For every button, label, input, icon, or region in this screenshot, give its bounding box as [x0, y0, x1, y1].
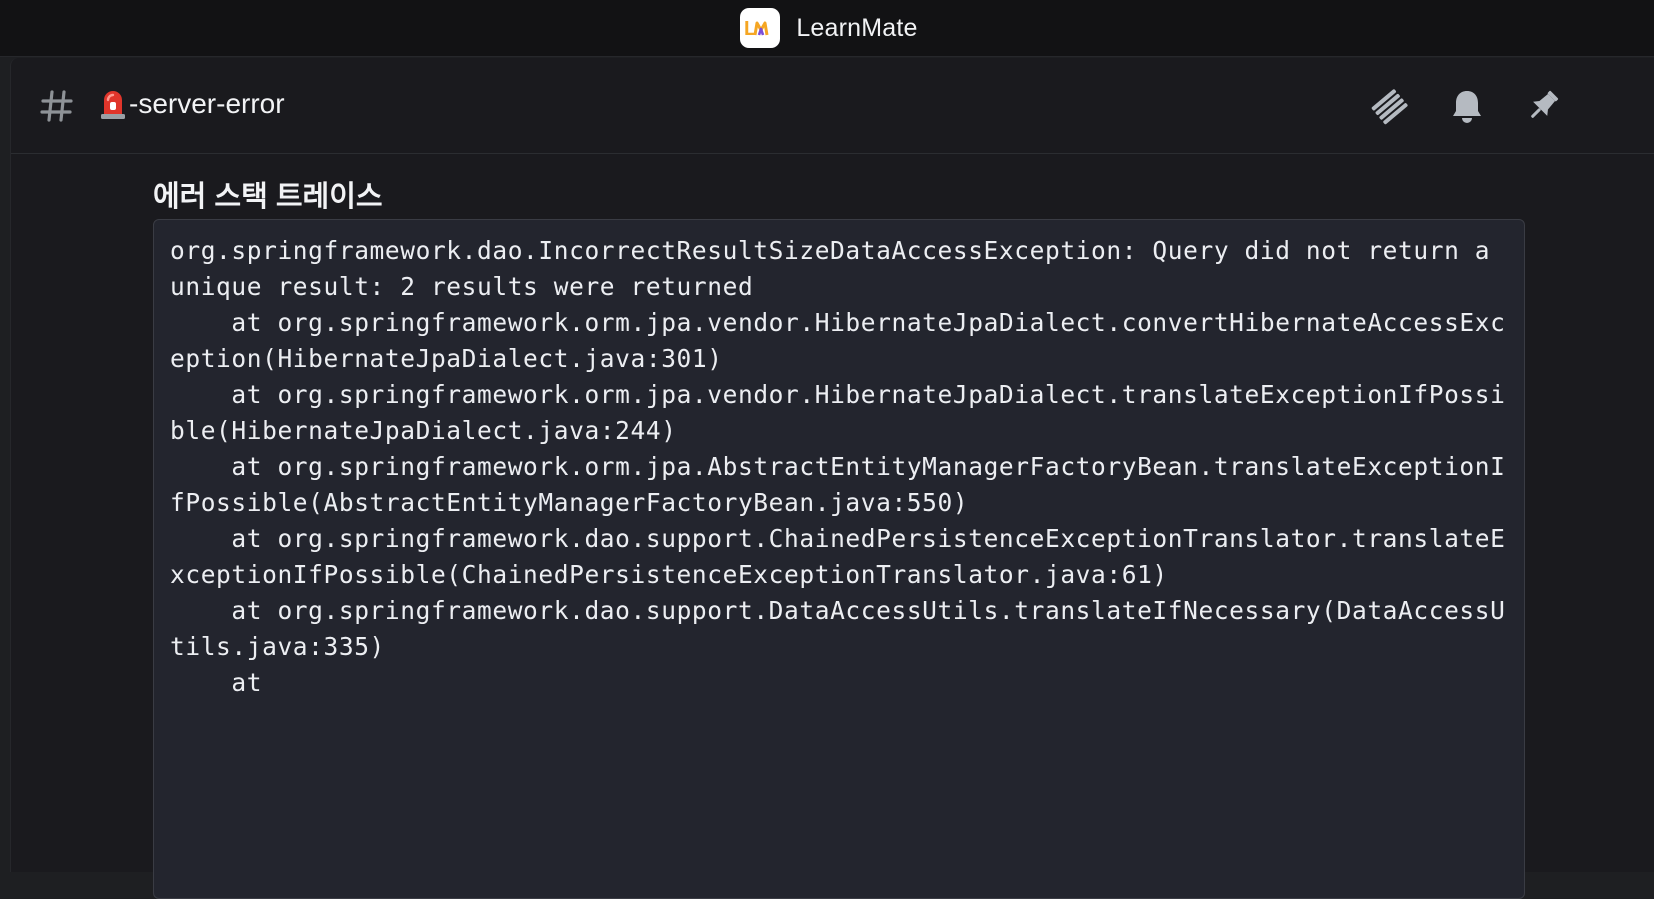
siren-icon	[101, 91, 125, 119]
section-title: 에러 스택 트레이스	[153, 181, 383, 213]
bell-icon	[1453, 91, 1481, 123]
app-name: LearnMate	[796, 13, 918, 42]
learnmate-logo-icon: L	[744, 18, 769, 39]
threads-icon	[1371, 89, 1408, 125]
channel-header: -server-error	[11, 58, 1654, 154]
app-logo: L	[740, 8, 781, 48]
main-pane: -server-error 에러 스택 트레이스 org.springframe…	[10, 58, 1654, 899]
svg-text:L: L	[744, 18, 756, 39]
channel-name: -server-error	[129, 88, 285, 119]
threads-button[interactable]	[1369, 86, 1409, 126]
title-bar: L LearnMate	[0, 0, 1654, 57]
notifications-button[interactable]	[1447, 86, 1487, 126]
stack-trace-text: org.springframework.dao.IncorrectResultS…	[170, 236, 1506, 697]
channel-title: -server-error	[99, 88, 285, 120]
pin-icon	[1531, 90, 1559, 118]
pinned-button[interactable]	[1523, 86, 1563, 126]
hash-icon	[40, 90, 73, 122]
stack-trace-code-block: org.springframework.dao.IncorrectResultS…	[153, 219, 1525, 899]
